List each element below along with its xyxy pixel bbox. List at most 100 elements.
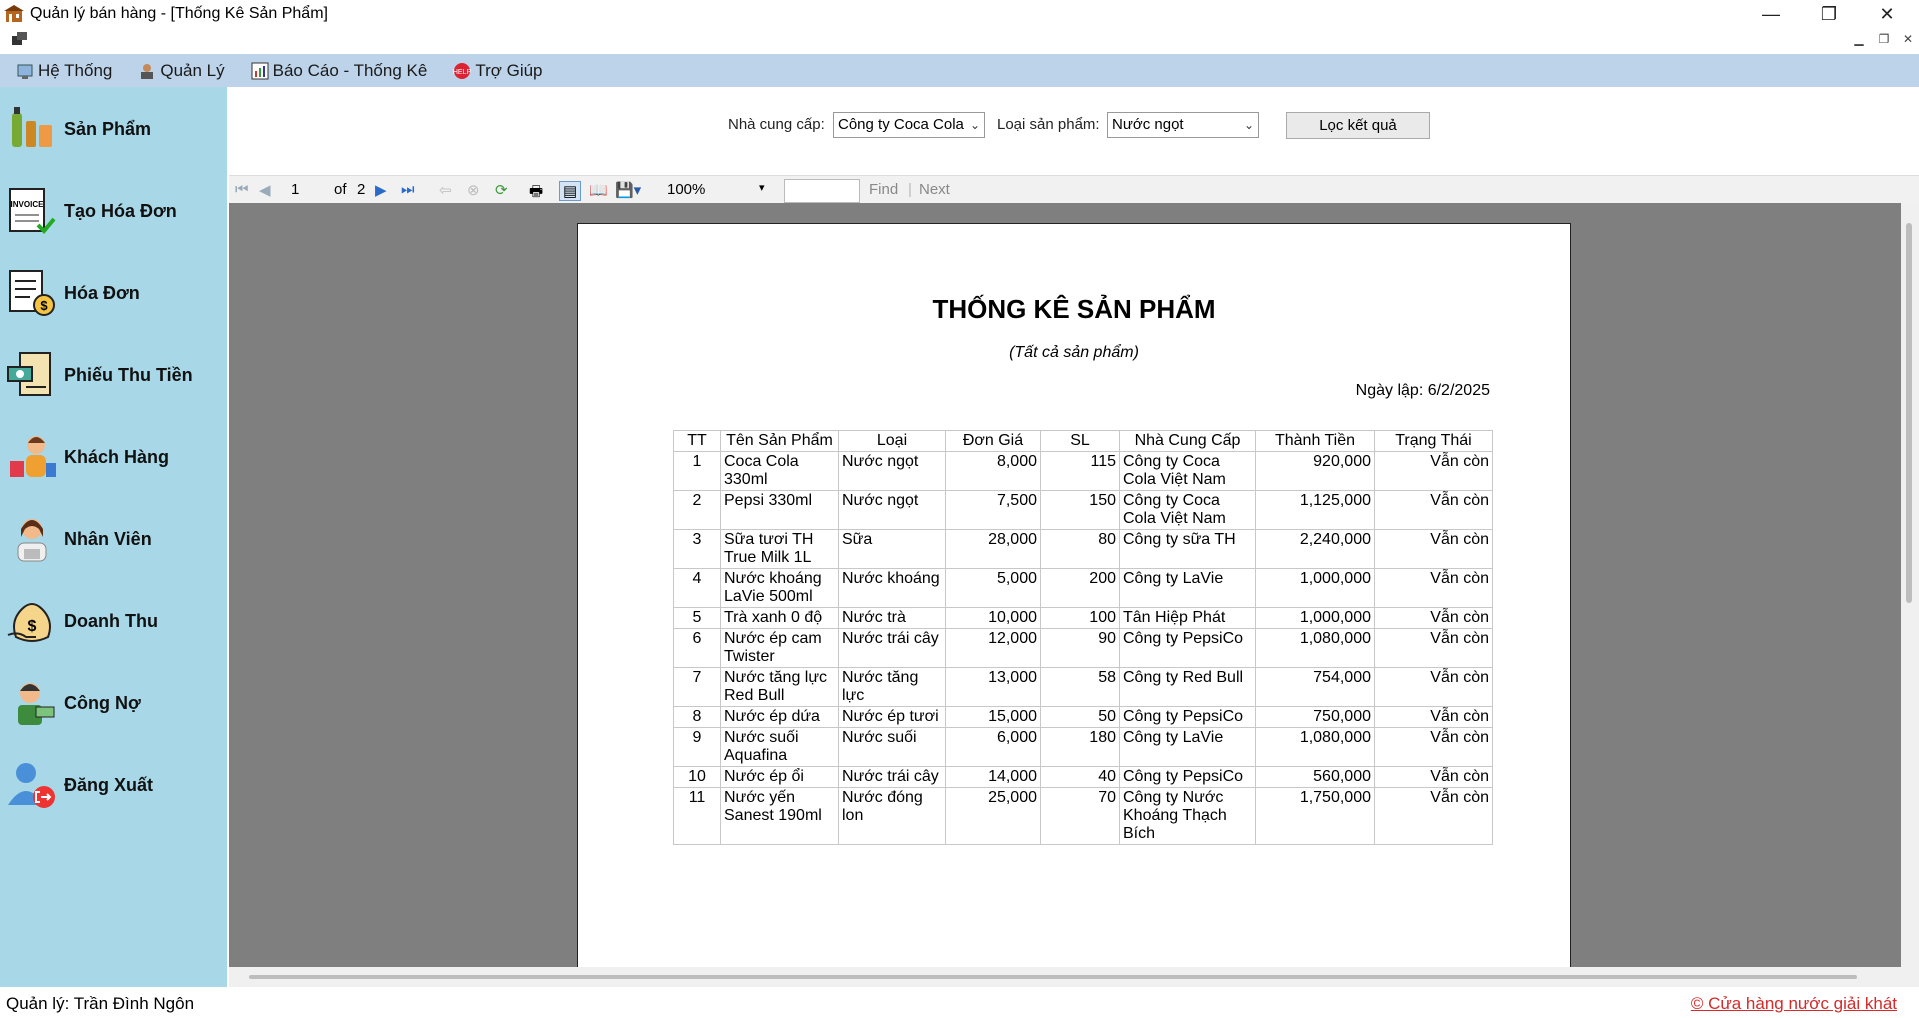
scroll-thumb[interactable]: [249, 975, 1857, 979]
col-header: SL: [1040, 430, 1120, 452]
table-cell: 6: [673, 628, 721, 668]
table-cell: Nước suối: [838, 727, 946, 767]
menu-he-thong[interactable]: Hệ Thống: [0, 54, 122, 87]
help-icon: HELP: [453, 62, 471, 79]
table-cell: 1,000,000: [1255, 568, 1375, 608]
mdi-minimize-icon[interactable]: ▁: [1848, 32, 1870, 46]
menu-quan-ly[interactable]: Quản Lý: [122, 54, 234, 87]
table-cell: Công ty PepsiCo: [1119, 706, 1256, 728]
minimize-button[interactable]: —: [1742, 0, 1800, 28]
menu-bao-cao[interactable]: Báo Cáo - Thống Kê: [235, 54, 438, 87]
table-cell: 3: [673, 529, 721, 569]
table-cell: 5,000: [945, 568, 1041, 608]
sidebar-item-doanh-thu[interactable]: $ Doanh Thu: [0, 586, 227, 656]
svg-text:INVOICE: INVOICE: [11, 200, 45, 209]
sidebar-item-tao-hoa-don[interactable]: INVOICE Tạo Hóa Đơn: [0, 176, 227, 246]
table-cell: Vẫn còn: [1374, 766, 1493, 788]
close-button[interactable]: ✕: [1858, 0, 1916, 28]
menu-tro-giup[interactable]: HELP Trợ Giúp: [437, 54, 552, 87]
sidebar-item-dang-xuat[interactable]: Đăng Xuất: [0, 750, 227, 820]
report-table-body: 1 Coca Cola 330ml Nước ngọt 8,000 115 Công ty…: [673, 451, 1493, 845]
system-icon: [17, 64, 33, 79]
mdi-restore-icon[interactable]: ❐: [1873, 32, 1895, 46]
table-cell: 70: [1040, 787, 1120, 845]
table-cell: Công ty Coca Cola Việt Nam: [1119, 490, 1256, 530]
revenue-icon: $: [7, 603, 51, 642]
product-type-label: Loại sản phẩm:: [997, 116, 1100, 133]
table-cell: Sữa: [838, 529, 946, 569]
table-cell: Nước trái cây: [838, 766, 946, 788]
logout-icon: [8, 763, 55, 808]
window-title: Quản lý bán hàng - [Thống Kê Sản Phẩm]: [30, 5, 328, 22]
find-link[interactable]: Find: [869, 181, 898, 198]
menu-label: Hệ Thống: [38, 60, 113, 80]
table-cell: Nước ngọt: [838, 451, 946, 491]
mdi-window-icon[interactable]: [12, 32, 28, 46]
last-page-icon[interactable]: ⏭: [401, 181, 415, 198]
table-row: 3 Sữa tươi TH True Milk 1L Sữa 28,000 80 Công…: [673, 529, 1493, 569]
zoom-chevron-icon[interactable]: ▾: [759, 181, 765, 194]
sidebar-item-hoa-don[interactable]: $ Hóa Đơn: [0, 258, 227, 328]
table-cell: Nước tăng lực Red Bull: [720, 667, 839, 707]
table-cell: Công ty LaVie: [1119, 568, 1256, 608]
vertical-scrollbar[interactable]: [1901, 203, 1919, 967]
receipt-icon: [7, 352, 51, 396]
table-cell: Nước đóng lon: [838, 787, 946, 845]
table-cell: 7: [673, 667, 721, 707]
table-cell: 15,000: [945, 706, 1041, 728]
print-layout-icon[interactable]: ▤: [559, 181, 582, 201]
table-row: 10 Nước ép ổi Nước trái cây 14,000 40 Công ty…: [673, 766, 1493, 788]
table-cell: 40: [1040, 766, 1120, 788]
table-cell: 2: [673, 490, 721, 530]
sidebar-item-label: Đăng Xuất: [64, 774, 154, 795]
next-page-icon[interactable]: ▶: [375, 181, 387, 199]
sidebar-item-cong-no[interactable]: Công Nợ: [0, 668, 227, 738]
sidebar-item-san-pham[interactable]: Sản Phẩm: [0, 94, 227, 164]
page-setup-icon[interactable]: 📖: [589, 181, 608, 199]
table-cell: 50: [1040, 706, 1120, 728]
table-cell: Vẫn còn: [1374, 706, 1493, 728]
menu-label: Quản Lý: [160, 60, 225, 80]
employee-icon: [17, 519, 47, 562]
refresh-icon[interactable]: ⟳: [495, 181, 508, 199]
scroll-thumb[interactable]: [1906, 223, 1912, 603]
supplier-select[interactable]: Công ty Coca Cola ⌄: [833, 112, 985, 138]
sidebar-item-phieu-thu-tien[interactable]: Phiếu Thu Tiền: [0, 340, 227, 410]
table-cell: 80: [1040, 529, 1120, 569]
table-cell: Vẫn còn: [1374, 607, 1493, 629]
maximize-button[interactable]: ❐: [1800, 0, 1858, 28]
next-link[interactable]: Next: [919, 181, 950, 198]
svg-text:$: $: [40, 298, 48, 313]
filter-button[interactable]: Lọc kết quả: [1286, 112, 1430, 139]
table-cell: 115: [1040, 451, 1120, 491]
table-cell: Nước trà: [838, 607, 946, 629]
sidebar-item-khach-hang[interactable]: Khách Hàng: [0, 422, 227, 492]
back-icon[interactable]: ⇦: [439, 181, 452, 199]
supplier-value: Công ty Coca Cola: [838, 116, 964, 133]
store-link[interactable]: © Cửa hàng nước giải khát: [1691, 994, 1897, 1014]
col-header: TT: [673, 430, 721, 452]
product-type-select[interactable]: Nước ngọt ⌄: [1107, 112, 1259, 138]
table-cell: 11: [673, 787, 721, 845]
horizontal-scrollbar[interactable]: [229, 967, 1919, 987]
current-page-field[interactable]: 1: [291, 181, 299, 198]
find-input[interactable]: [784, 179, 860, 203]
previous-page-icon[interactable]: ◀: [259, 181, 271, 199]
table-cell: 1,000,000: [1255, 607, 1375, 629]
table-cell: Vẫn còn: [1374, 727, 1493, 767]
table-cell: Tân Hiệp Phát: [1119, 607, 1256, 629]
table-cell: Vẫn còn: [1374, 490, 1493, 530]
table-row: 8 Nước ép dứa Nước ép tươi 15,000 50 Công ty …: [673, 706, 1493, 728]
stop-icon[interactable]: ⊗: [467, 181, 480, 199]
export-icon[interactable]: 💾▾: [615, 181, 641, 199]
table-cell: 1,080,000: [1255, 727, 1375, 767]
mdi-close-icon[interactable]: ✕: [1897, 32, 1919, 46]
report-viewer[interactable]: THỐNG KÊ SẢN PHẨM (Tất cả sản phẩm) Ngày…: [229, 203, 1901, 967]
table-cell: 754,000: [1255, 667, 1375, 707]
first-page-icon[interactable]: ⏮: [235, 181, 249, 198]
zoom-select[interactable]: 100%: [667, 181, 705, 198]
sidebar-item-nhan-vien[interactable]: Nhân Viên: [0, 504, 227, 574]
table-cell: 1,080,000: [1255, 628, 1375, 668]
table-row: 5 Trà xanh 0 độ Nước trà 10,000 100 Tân Hiệp …: [673, 607, 1493, 629]
table-cell: Pepsi 330ml: [720, 490, 839, 530]
